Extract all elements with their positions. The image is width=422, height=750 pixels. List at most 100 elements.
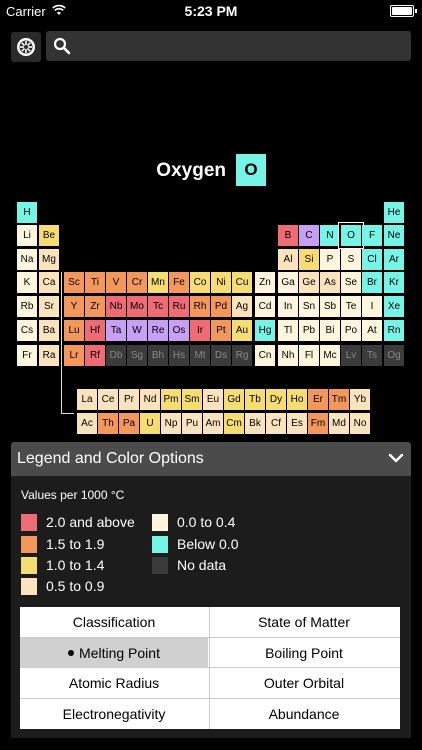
element-ts[interactable]: Ts: [362, 345, 382, 366]
element-re[interactable]: Re: [148, 320, 168, 341]
element-tc[interactable]: Tc: [148, 296, 168, 317]
element-fm[interactable]: Fm: [308, 413, 328, 434]
element-na[interactable]: Na: [17, 249, 37, 270]
element-c[interactable]: C: [299, 225, 319, 246]
element-cf[interactable]: Cf: [266, 413, 286, 434]
element-al[interactable]: Al: [278, 249, 298, 270]
element-mo[interactable]: Mo: [127, 296, 147, 317]
element-in[interactable]: In: [278, 296, 298, 317]
element-sg[interactable]: Sg: [127, 345, 147, 366]
element-cr[interactable]: Cr: [127, 272, 147, 293]
element-po[interactable]: Po: [341, 320, 361, 341]
element-se[interactable]: Se: [341, 272, 361, 293]
element-db[interactable]: Db: [106, 345, 126, 366]
option-state-of-matter[interactable]: State of Matter: [210, 607, 398, 636]
element-fl[interactable]: Fl: [299, 345, 319, 366]
element-ta[interactable]: Ta: [106, 320, 126, 341]
element-v[interactable]: V: [106, 272, 126, 293]
element-te[interactable]: Te: [341, 296, 361, 317]
option-melting-point[interactable]: Melting Point: [20, 638, 208, 667]
element-am[interactable]: Am: [203, 413, 223, 434]
element-mg[interactable]: Mg: [39, 249, 59, 270]
element-fe[interactable]: Fe: [169, 272, 189, 293]
element-er[interactable]: Er: [308, 389, 328, 410]
element-cn[interactable]: Cn: [255, 345, 275, 366]
element-cd[interactable]: Cd: [255, 296, 275, 317]
element-no[interactable]: No: [350, 413, 370, 434]
element-sb[interactable]: Sb: [320, 296, 340, 317]
element-ge[interactable]: Ge: [299, 272, 319, 293]
element-mn[interactable]: Mn: [148, 272, 168, 293]
element-ce[interactable]: Ce: [98, 389, 118, 410]
element-og[interactable]: Og: [384, 345, 404, 366]
element-au[interactable]: Au: [232, 320, 252, 341]
element-p[interactable]: P: [320, 249, 340, 270]
element-u[interactable]: U: [140, 413, 160, 434]
element-tl[interactable]: Tl: [278, 320, 298, 341]
element-ag[interactable]: Ag: [232, 296, 252, 317]
element-n[interactable]: N: [320, 225, 340, 246]
element-bh[interactable]: Bh: [148, 345, 168, 366]
element-pd[interactable]: Pd: [211, 296, 231, 317]
element-es[interactable]: Es: [287, 413, 307, 434]
element-he[interactable]: He: [384, 202, 404, 223]
element-nb[interactable]: Nb: [106, 296, 126, 317]
element-rn[interactable]: Rn: [384, 320, 404, 341]
element-ti[interactable]: Ti: [85, 272, 105, 293]
element-cl[interactable]: Cl: [362, 249, 382, 270]
element-pu[interactable]: Pu: [182, 413, 202, 434]
element-fr[interactable]: Fr: [17, 345, 37, 366]
element-ga[interactable]: Ga: [278, 272, 298, 293]
element-md[interactable]: Md: [329, 413, 349, 434]
element-sm[interactable]: Sm: [182, 389, 202, 410]
element-ni[interactable]: Ni: [211, 272, 231, 293]
element-ac[interactable]: Ac: [77, 413, 97, 434]
element-b[interactable]: B: [278, 225, 298, 246]
element-rg[interactable]: Rg: [232, 345, 252, 366]
element-ho[interactable]: Ho: [287, 389, 307, 410]
element-s[interactable]: S: [341, 249, 361, 270]
element-gd[interactable]: Gd: [224, 389, 244, 410]
settings-button[interactable]: [11, 32, 41, 62]
element-si[interactable]: Si: [299, 249, 319, 270]
option-boiling-point[interactable]: Boiling Point: [210, 638, 398, 667]
search-input[interactable]: [80, 35, 404, 59]
element-hf[interactable]: Hf: [85, 320, 105, 341]
element-ds[interactable]: Ds: [211, 345, 231, 366]
element-rb[interactable]: Rb: [17, 296, 37, 317]
element-bk[interactable]: Bk: [245, 413, 265, 434]
element-o[interactable]: O: [341, 225, 361, 246]
element-sr[interactable]: Sr: [39, 296, 59, 317]
element-ar[interactable]: Ar: [384, 249, 404, 270]
element-tb[interactable]: Tb: [245, 389, 265, 410]
element-tm[interactable]: Tm: [329, 389, 349, 410]
element-pb[interactable]: Pb: [299, 320, 319, 341]
element-bi[interactable]: Bi: [320, 320, 340, 341]
element-ru[interactable]: Ru: [169, 296, 189, 317]
element-ra[interactable]: Ra: [39, 345, 59, 366]
option-outer-orbital[interactable]: Outer Orbital: [210, 668, 398, 697]
element-be[interactable]: Be: [39, 225, 59, 246]
element-ir[interactable]: Ir: [190, 320, 210, 341]
element-mt[interactable]: Mt: [190, 345, 210, 366]
element-rf[interactable]: Rf: [85, 345, 105, 366]
element-zn[interactable]: Zn: [255, 272, 275, 293]
element-cu[interactable]: Cu: [232, 272, 252, 293]
option-electronegativity[interactable]: Electronegativity: [20, 699, 208, 728]
element-th[interactable]: Th: [98, 413, 118, 434]
element-pa[interactable]: Pa: [119, 413, 139, 434]
option-classification[interactable]: Classification: [20, 607, 208, 636]
element-ne[interactable]: Ne: [384, 225, 404, 246]
element-cm[interactable]: Cm: [224, 413, 244, 434]
element-as[interactable]: As: [320, 272, 340, 293]
element-ba[interactable]: Ba: [39, 320, 59, 341]
element-hs[interactable]: Hs: [169, 345, 189, 366]
element-la[interactable]: La: [77, 389, 97, 410]
element-pr[interactable]: Pr: [119, 389, 139, 410]
option-atomic-radius[interactable]: Atomic Radius: [20, 668, 208, 697]
element-pt[interactable]: Pt: [211, 320, 231, 341]
element-k[interactable]: K: [17, 272, 37, 293]
element-sn[interactable]: Sn: [299, 296, 319, 317]
chevron-down-icon[interactable]: [388, 450, 404, 471]
element-f[interactable]: F: [362, 225, 382, 246]
